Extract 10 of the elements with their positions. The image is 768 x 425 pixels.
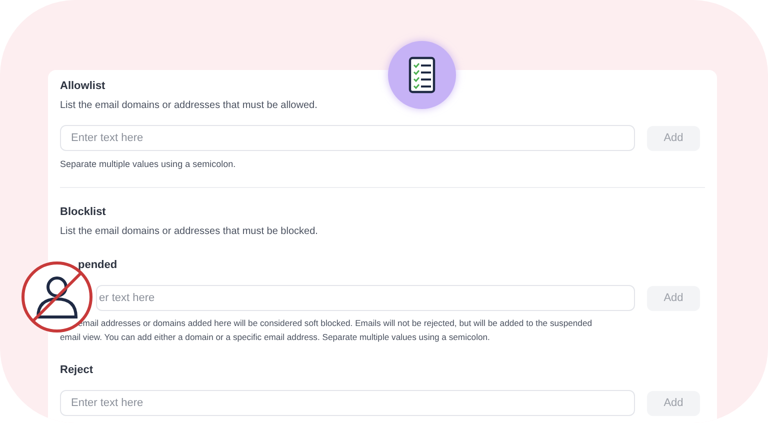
section-title: Allowlist: [60, 80, 106, 92]
section-description: List the email domains or addresses that must be allowed.: [60, 100, 318, 111]
help-text: Separate multiple values using a semicolon.: [60, 159, 237, 169]
input-field[interactable]: Enter text here: [60, 125, 635, 151]
group-title: pended: [77, 259, 118, 271]
section-description: List the email domains or addresses that must be blocked.: [60, 226, 319, 237]
section-title: Blocklist: [60, 206, 107, 218]
input-field[interactable]: er text here: [96, 285, 635, 311]
group-title: Reject: [60, 364, 94, 376]
input-field[interactable]: Enter text here: [60, 390, 635, 416]
